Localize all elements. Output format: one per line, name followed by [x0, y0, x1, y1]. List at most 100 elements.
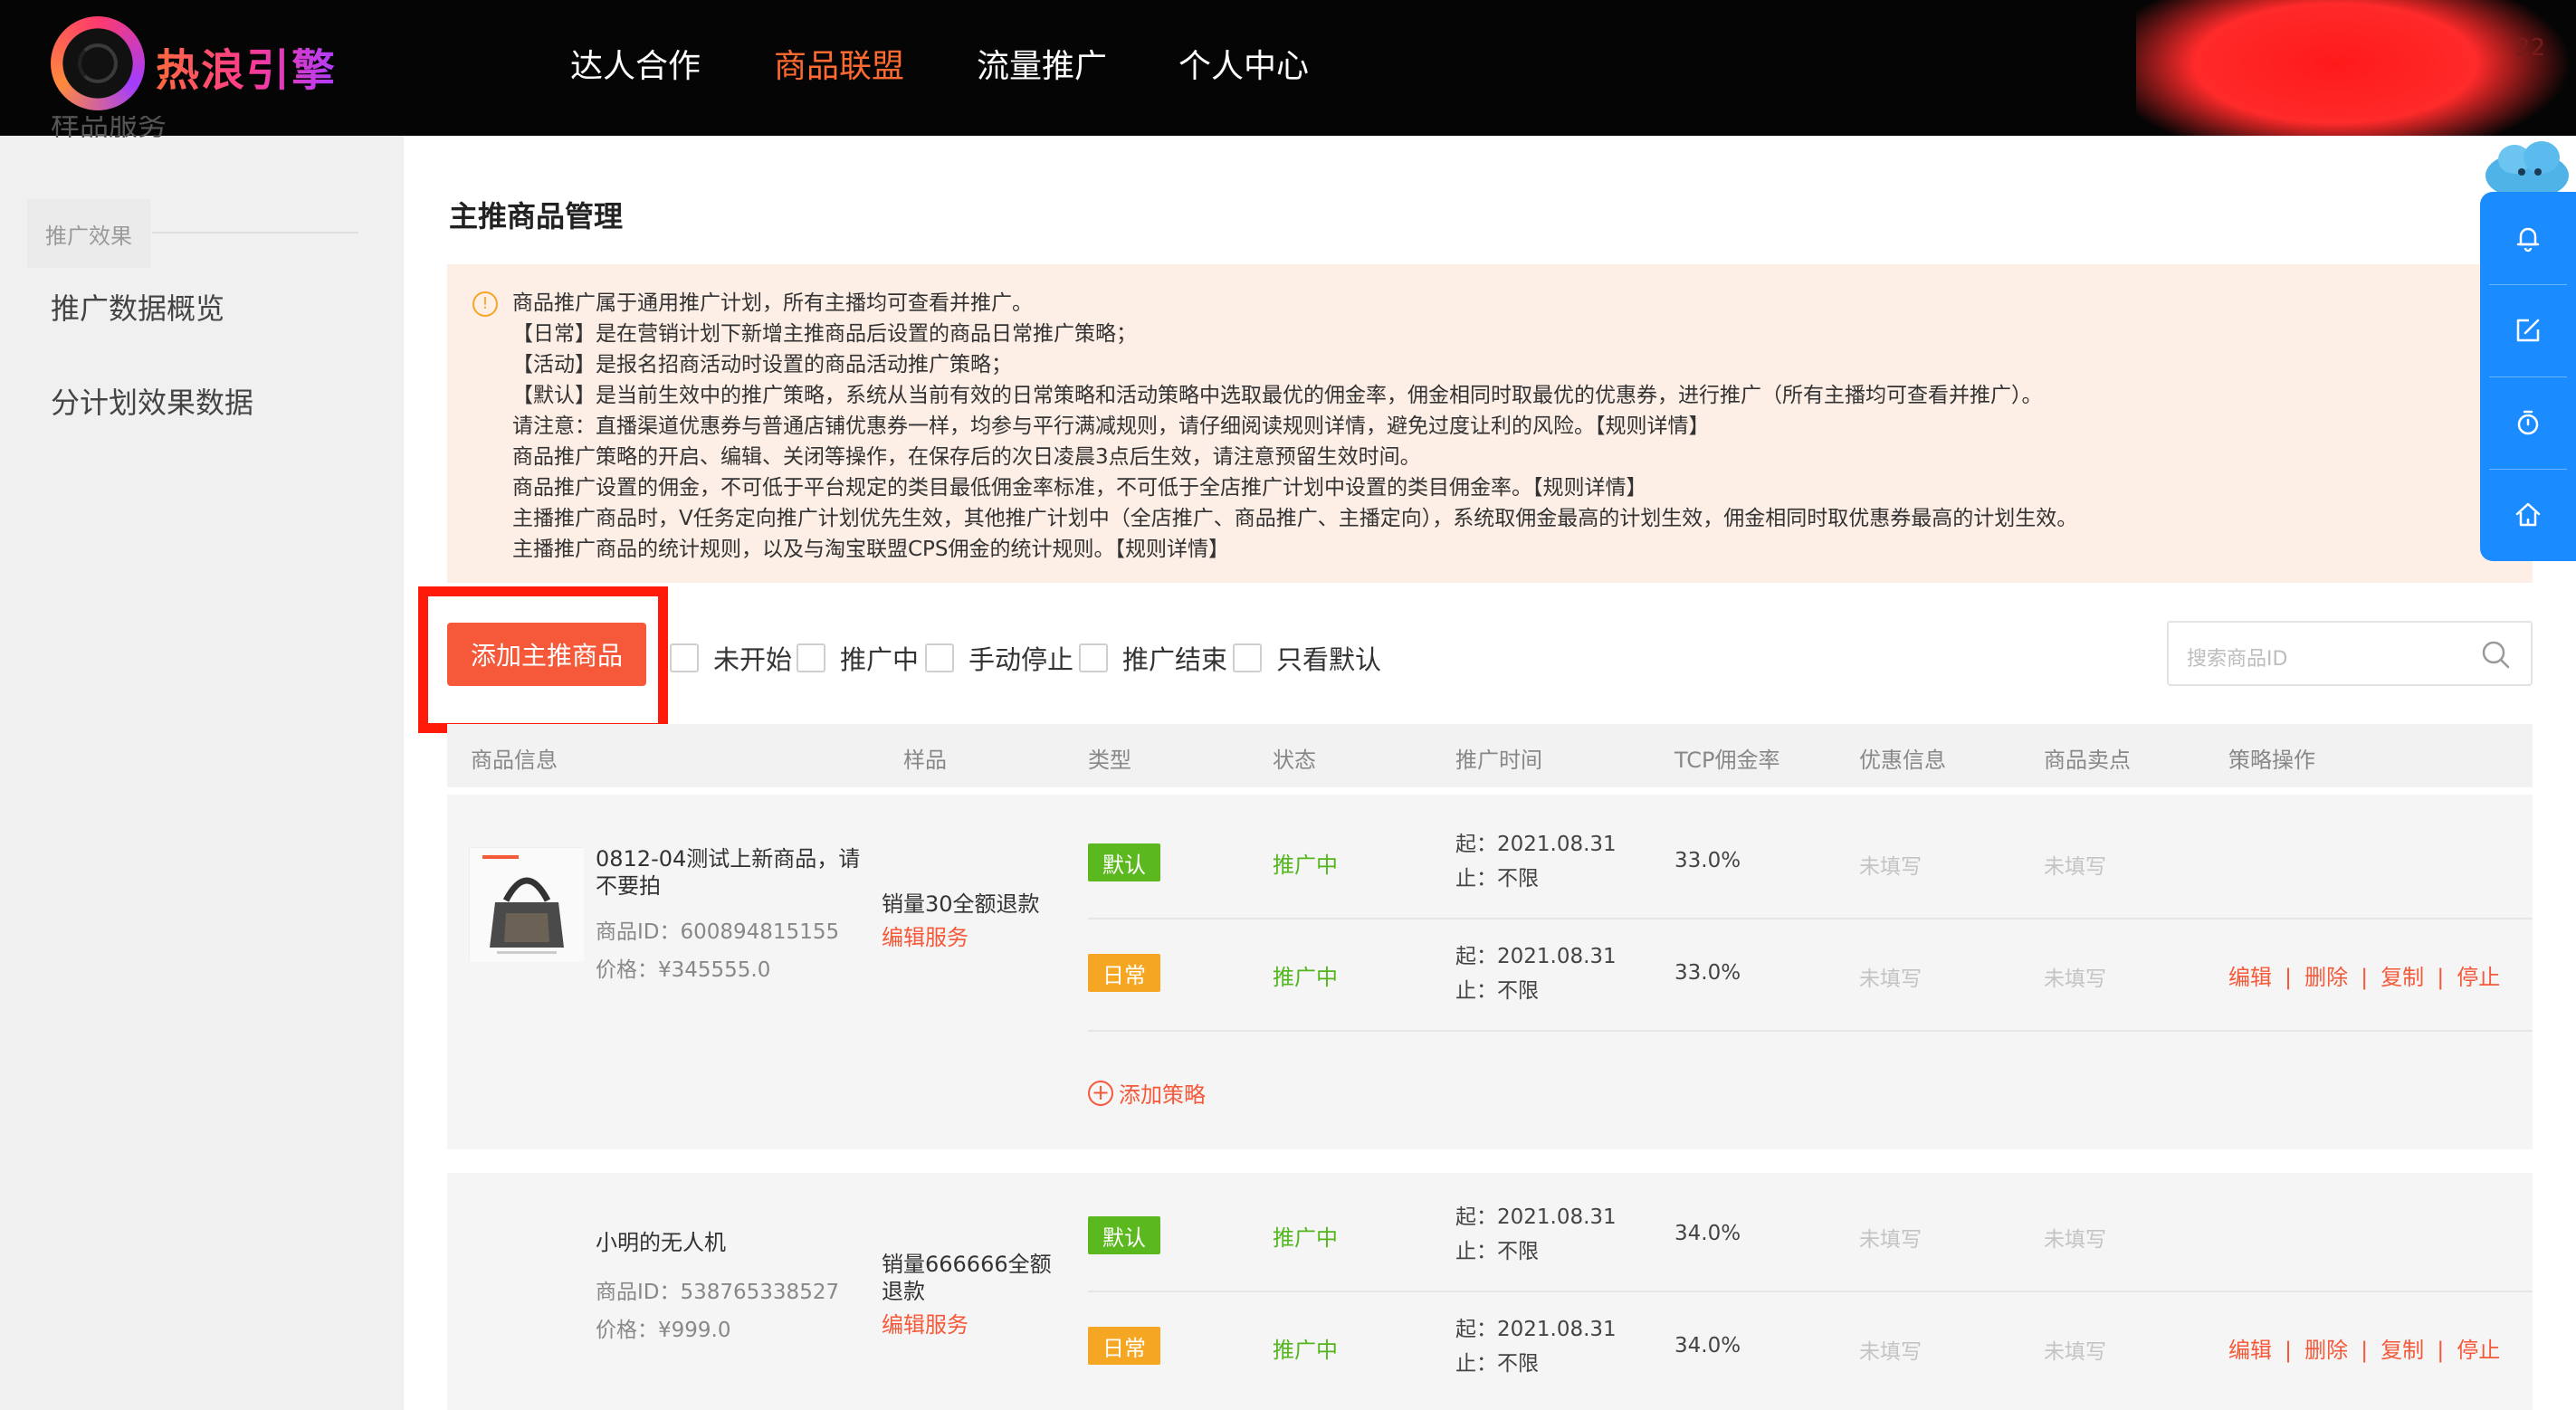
- search-input[interactable]: 搜索商品ID: [2167, 621, 2533, 686]
- row-divider: [1088, 1291, 2533, 1292]
- product-id: 商品ID：600894815155: [596, 920, 840, 944]
- search-placeholder: 搜索商品ID: [2187, 648, 2288, 671]
- checkbox[interactable]: [1079, 643, 1108, 672]
- edit-service-link[interactable]: 编辑服务: [882, 919, 968, 951]
- promo-time: 起：2021.08.31 止：不限: [1455, 939, 1617, 1008]
- start-time: 起：2021.08.31: [1455, 1318, 1617, 1341]
- bell-icon: [2516, 227, 2540, 252]
- delete-link[interactable]: 删除: [2304, 1338, 2348, 1363]
- user-avatar-area[interactable]: 22: [2136, 0, 2576, 136]
- selling-point: 未填写: [2044, 855, 2106, 879]
- notice-text: 商品推广属于通用推广计划，所有主播均可查看并推广。 【日常】是在营销计划下新增主…: [512, 288, 2077, 565]
- type-tag-default: 默认: [1088, 1216, 1160, 1254]
- checkbox[interactable]: [1233, 643, 1262, 672]
- filter-promoting[interactable]: 推广中: [797, 639, 919, 677]
- plus-circle-icon: +: [1088, 1080, 1113, 1106]
- edit-link[interactable]: 编辑: [2228, 965, 2272, 990]
- checkbox[interactable]: [670, 643, 699, 672]
- filter-label: 只看默认: [1276, 644, 1382, 675]
- edit-link[interactable]: 编辑: [2228, 1338, 2272, 1363]
- mascot-icon[interactable]: [2478, 136, 2576, 199]
- nav-personal-center[interactable]: 个人中心: [1178, 40, 1309, 87]
- product-price: 价格：¥999.0: [596, 1319, 731, 1342]
- end-time: 止：不限: [1455, 979, 1539, 1003]
- notice-line: 主播推广商品的统计规则，以及与淘宝联盟CPS佣金的统计规则。【规则详情】: [512, 538, 1230, 561]
- add-featured-product-button[interactable]: 添加主推商品: [447, 623, 646, 686]
- top-navbar: 热浪引擎 达人合作 商品联盟 流量推广 个人中心 22: [0, 0, 2576, 136]
- sidebar-item-sample-service[interactable]: 样品服务: [51, 116, 167, 147]
- bag-image-icon: [470, 848, 584, 962]
- tcp-rate: 34.0%: [1674, 1334, 1741, 1358]
- product-row: 0812-04测试上新商品，请不要拍 商品ID：600894815155 价格：…: [447, 795, 2533, 1149]
- timer-icon: [2517, 410, 2539, 435]
- copy-link[interactable]: 复制: [2380, 965, 2424, 990]
- col-type: 类型: [1088, 748, 1131, 773]
- notice-line: 请注意：直播渠道优惠券与普通店铺优惠券一样，均参与平行满减规则，请仔细阅读规则详…: [512, 414, 1710, 438]
- logo-text[interactable]: 热浪引擎: [156, 34, 337, 98]
- edit-icon: [2516, 319, 2540, 342]
- filter-ended[interactable]: 推广结束: [1079, 639, 1227, 677]
- tcp-rate: 33.0%: [1674, 849, 1741, 872]
- status-text: 推广中: [1273, 965, 1338, 990]
- table-header: 商品信息 样品 类型 状态 推广时间 TCP佣金率 优惠信息 商品卖点 策略操作: [447, 724, 2533, 787]
- end-time: 止：不限: [1455, 1240, 1539, 1263]
- home-button[interactable]: [2480, 469, 2576, 561]
- col-promo-time: 推广时间: [1455, 748, 1542, 773]
- nav-talent-cooperation[interactable]: 达人合作: [570, 40, 701, 87]
- nav-product-alliance[interactable]: 商品联盟: [774, 40, 904, 87]
- stop-link[interactable]: 停止: [2457, 1338, 2500, 1363]
- promo-time: 起：2021.08.31 止：不限: [1455, 827, 1617, 896]
- strategy-ops: 编辑 | 删除 | 复制 | 停止: [2228, 965, 2501, 990]
- start-time: 起：2021.08.31: [1455, 1205, 1617, 1229]
- checkbox[interactable]: [925, 643, 954, 672]
- info-icon: !: [472, 291, 498, 317]
- col-sample: 样品: [903, 748, 947, 773]
- search-icon[interactable]: [2480, 639, 2511, 670]
- sidebar-item-plan-effect[interactable]: 分计划效果数据: [51, 380, 253, 422]
- copy-link[interactable]: 复制: [2380, 1338, 2424, 1363]
- filter-not-started[interactable]: 未开始: [670, 639, 792, 677]
- delete-link[interactable]: 删除: [2304, 965, 2348, 990]
- product-id: 商品ID：538765338527: [596, 1281, 840, 1304]
- col-selling-point: 商品卖点: [2044, 748, 2131, 773]
- tcp-rate: 33.0%: [1674, 961, 1741, 985]
- notice-line: 【默认】是当前生效中的推广策略，系统从当前有效的日常策略和活动策略中选取最优的佣…: [512, 384, 2043, 407]
- checkbox[interactable]: [797, 643, 825, 672]
- add-strategy-label: 添加策略: [1119, 1082, 1206, 1108]
- sidebar: 样品服务 推广效果 推广数据概览 分计划效果数据: [0, 116, 404, 1410]
- bell-button[interactable]: [2480, 192, 2576, 284]
- row-divider: [1088, 1030, 2533, 1032]
- sidebar-item-data-overview[interactable]: 推广数据概览: [51, 286, 224, 328]
- type-tag-daily: 日常: [1088, 1327, 1160, 1365]
- notice-line: 【活动】是报名招商活动时设置的商品活动推广策略；: [512, 353, 1012, 376]
- product-thumbnail[interactable]: [469, 847, 584, 962]
- product-name[interactable]: 小明的无人机: [596, 1229, 867, 1256]
- end-time: 止：不限: [1455, 867, 1539, 891]
- edit-service-link[interactable]: 编辑服务: [882, 1307, 968, 1339]
- filter-label: 推广中: [840, 644, 920, 675]
- product-name[interactable]: 0812-04测试上新商品，请不要拍: [596, 845, 867, 900]
- start-time: 起：2021.08.31: [1455, 945, 1617, 968]
- stop-link[interactable]: 停止: [2457, 965, 2500, 990]
- nav-traffic-promotion[interactable]: 流量推广: [977, 40, 1107, 87]
- sidebar-group-label: 推广效果: [27, 199, 150, 268]
- status-text: 推广中: [1273, 1338, 1338, 1363]
- filter-label: 手动停止: [968, 644, 1074, 675]
- filter-manual-stop[interactable]: 手动停止: [925, 639, 1073, 677]
- filter-default-only[interactable]: 只看默认: [1233, 639, 1381, 677]
- edit-button[interactable]: [2480, 284, 2576, 376]
- product-price: 价格：¥345555.0: [596, 958, 771, 982]
- coupon-info: 未填写: [1859, 967, 1922, 991]
- timer-button[interactable]: [2480, 376, 2576, 469]
- add-strategy-button[interactable]: + 添加策略: [1088, 1077, 1206, 1109]
- page-title: 主推商品管理: [449, 199, 624, 233]
- logo-icon[interactable]: [51, 16, 145, 110]
- notice-line: 商品推广策略的开启、编辑、关闭等操作，在保存后的次日凌晨3点后生效，请注意预留生…: [512, 445, 1421, 469]
- notice-line: 【日常】是在营销计划下新增主推商品后设置的商品日常推广策略；: [512, 322, 1137, 346]
- promo-time: 起：2021.08.31 止：不限: [1455, 1312, 1617, 1381]
- end-time: 止：不限: [1455, 1352, 1539, 1376]
- start-time: 起：2021.08.31: [1455, 833, 1617, 856]
- notice-panel: ! 商品推广属于通用推广计划，所有主播均可查看并推广。 【日常】是在营销计划下新…: [447, 264, 2533, 583]
- status-text: 推广中: [1273, 853, 1338, 878]
- sidebar-divider: [152, 232, 358, 233]
